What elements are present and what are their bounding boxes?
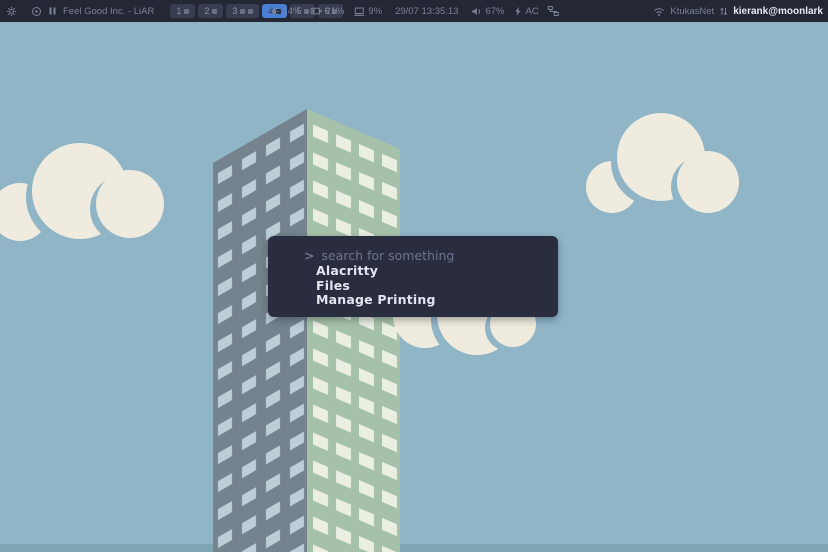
workspace-1[interactable]: 1 xyxy=(170,4,195,18)
window-icon xyxy=(240,9,245,14)
display-value: 9% xyxy=(368,6,382,17)
prompt-caret: > xyxy=(304,248,314,263)
display-widget: 9% xyxy=(353,6,382,17)
gear-icon[interactable] xyxy=(6,6,17,17)
brightness-value: 14% xyxy=(282,6,301,17)
pause-icon[interactable] xyxy=(48,6,57,16)
launcher-item-manage-printing[interactable]: Manage Printing xyxy=(304,292,558,307)
app-launcher: > search for something Alacritty Files M… xyxy=(268,236,558,317)
launcher-search-input[interactable]: > search for something xyxy=(304,248,558,263)
launcher-item-alacritty[interactable]: Alacritty xyxy=(304,263,558,278)
launcher-item-files[interactable]: Files xyxy=(304,278,558,293)
wifi-ssid-label[interactable]: KtukasNet xyxy=(670,6,714,17)
building xyxy=(213,109,400,552)
wifi-icon[interactable] xyxy=(653,6,665,17)
volume-widget[interactable]: 67% xyxy=(471,6,504,17)
window-icon xyxy=(248,9,253,14)
window-icon xyxy=(212,9,217,14)
clock: 29/07 13:35:13 xyxy=(395,6,458,17)
user-host-label: kierank@moonlark xyxy=(733,6,823,17)
battery-value: 21% xyxy=(325,6,344,17)
now-playing-label[interactable]: Feel Good Inc. - LiAR xyxy=(63,6,154,17)
workspace-2[interactable]: 2 xyxy=(198,4,223,18)
network-icon[interactable] xyxy=(548,5,560,17)
desktop: Feel Good Inc. - LiAR 1 2 3 4 xyxy=(0,0,828,552)
volume-value: 67% xyxy=(485,6,504,17)
workspace-3[interactable]: 3 xyxy=(226,4,259,18)
window-icon xyxy=(184,9,189,14)
music-disc-icon[interactable] xyxy=(31,6,42,17)
power-widget: AC xyxy=(513,6,538,17)
brightness-widget: 14% xyxy=(268,6,301,17)
status-bar: Feel Good Inc. - LiAR 1 2 3 4 xyxy=(0,0,828,22)
power-source-label: AC xyxy=(525,6,538,17)
search-placeholder: search for something xyxy=(321,248,454,263)
battery-widget: 21% xyxy=(310,5,344,17)
traffic-arrows-icon xyxy=(719,6,728,17)
